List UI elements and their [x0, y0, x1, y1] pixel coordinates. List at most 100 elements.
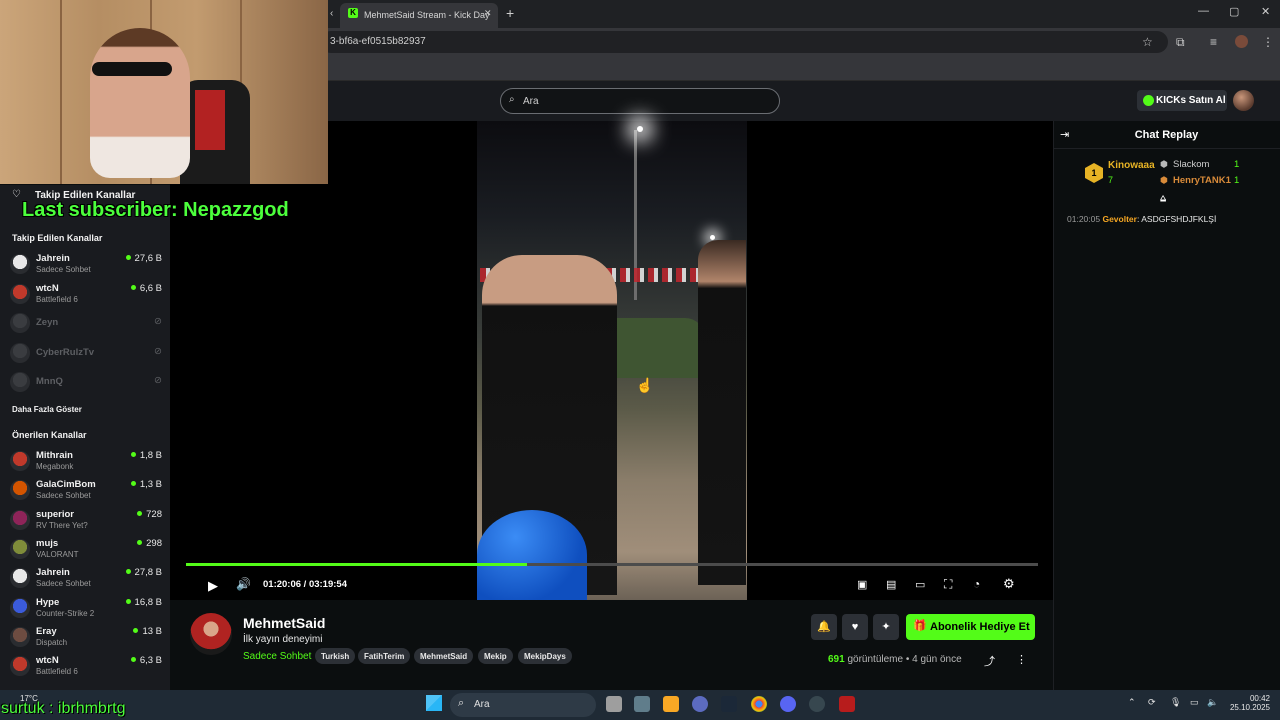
viewer-count: 16,8 B — [125, 597, 162, 608]
channel-name: superior — [36, 508, 75, 520]
live-dot-icon — [125, 255, 131, 260]
browser-menu-icon[interactable]: ⋮ — [1262, 35, 1274, 49]
media-control-icon[interactable]: ≡ — [1210, 35, 1217, 49]
viewer-count-value: 27,8 B — [134, 567, 162, 579]
sidebar-channel-item[interactable]: superior RV There Yet? 728 — [10, 508, 162, 536]
channel-name[interactable]: MehmetSaid — [243, 615, 325, 631]
chat-message: 01:20:05 Gevolter: ASDGFSHDJFKLŞİ — [1067, 214, 1217, 224]
stream-tag[interactable]: FatihTerim — [358, 648, 411, 664]
more-options-icon[interactable]: ⋮ — [1016, 653, 1027, 666]
new-tab-icon[interactable]: + — [506, 5, 514, 21]
channel-avatar — [10, 254, 30, 274]
chat-message-user[interactable]: Gevolter — [1102, 214, 1137, 224]
fullscreen-icon[interactable]: ⛶ — [944, 577, 952, 592]
volume-button[interactable]: 🔊 — [236, 577, 251, 591]
sidebar-channel-item[interactable]: Mithrain Megabonk 1,8 B — [10, 449, 162, 477]
sidebar-channel-item[interactable]: wtcN Battlefield 6 6,3 B — [10, 654, 162, 682]
stream-tag[interactable]: MekipDays — [518, 648, 572, 664]
channel-name: Eray — [36, 625, 57, 637]
user-avatar[interactable] — [1233, 90, 1254, 111]
search-input[interactable]: Ara — [500, 88, 780, 114]
profile-avatar[interactable] — [1235, 35, 1248, 48]
taskbar-search[interactable]: Ara — [450, 693, 596, 717]
captions-icon[interactable]: ▭ — [915, 578, 925, 591]
viewer-count: 6,3 B — [130, 655, 162, 666]
channel-avatar — [10, 509, 30, 530]
channel-name: MnnQ — [36, 376, 63, 387]
play-button[interactable]: ▶ — [208, 578, 218, 594]
app-icon[interactable] — [692, 696, 708, 712]
channel-name: wtcN — [36, 655, 59, 667]
share-icon[interactable]: ⤴ — [984, 653, 995, 669]
settings-gear-icon[interactable]: ⚙ — [1003, 576, 1015, 592]
sidebar-channel-item[interactable]: CyberRulzTv ⊘ — [10, 341, 162, 369]
tray-network-icon[interactable]: ▭ — [1190, 697, 1199, 708]
channel-category: Megabonk — [36, 462, 74, 471]
task-view-icon[interactable] — [606, 696, 622, 712]
taskbar-search-icon: ⌕ — [458, 697, 465, 709]
channel-avatar — [10, 342, 30, 363]
extensions-icon[interactable]: ⧉ — [1176, 35, 1185, 50]
gifter-3-name[interactable]: HenryTANK1 — [1173, 175, 1231, 186]
sidebar-channel-item[interactable]: GalaCimBom Sadece Sohbet 1,3 B — [10, 478, 162, 506]
tray-volume-icon[interactable]: 🔈 — [1207, 697, 1218, 708]
calculator-icon[interactable] — [634, 696, 650, 712]
viewer-count-value: 1,3 B — [139, 479, 162, 491]
taskbar-clock[interactable]: 00:42 25.10.2025 — [1226, 694, 1270, 712]
tray-sync-icon[interactable]: ⟳ — [1148, 697, 1156, 708]
channel-avatar — [10, 451, 30, 471]
notification-bell-button[interactable]: 🔔 — [811, 614, 837, 640]
top-gifter-name[interactable]: Kinowaaa — [1108, 160, 1155, 171]
windows-start-icon[interactable] — [426, 695, 442, 711]
maximize-button[interactable]: ▢ — [1229, 5, 1239, 18]
mini-player-icon[interactable]: ▣ — [857, 578, 867, 591]
channel-avatar — [10, 313, 30, 333]
expand-gifters-icon[interactable]: ⩠ — [1160, 193, 1166, 204]
tray-chevron-icon[interactable]: ⌃ — [1128, 697, 1136, 708]
chat-panel — [1053, 121, 1280, 690]
sidebar-channel-item[interactable]: Jahrein Sadece Sohbet 27,8 B — [10, 566, 162, 594]
sidebar-channel-item[interactable]: Zeyn ⊘ — [10, 311, 162, 339]
tab-close-icon[interactable]: ✕ — [484, 8, 492, 19]
stream-category[interactable]: Sadece Sohbet — [243, 651, 311, 662]
sidebar-channel-item[interactable]: wtcN Battlefield 6 6,6 B — [10, 282, 162, 310]
channel-category: RV There Yet? — [36, 520, 88, 530]
steam-icon[interactable] — [721, 696, 737, 712]
tray-mic-icon[interactable]: 🎙 — [1170, 697, 1181, 708]
viewer-count: 6,6 B — [130, 283, 162, 294]
viewer-count: 27,6 B — [125, 253, 162, 264]
viewer-count: 13 B — [133, 626, 162, 637]
person-right — [698, 240, 746, 585]
tab-scroll-left-icon[interactable]: ‹ — [330, 8, 333, 19]
collapse-chat-icon[interactable]: ⇥ — [1060, 128, 1069, 141]
sidebar-channel-item[interactable]: Jahrein Sadece Sohbet 27,6 B — [10, 252, 162, 280]
sparkle-button[interactable]: ✦ — [873, 614, 899, 640]
browser-tab[interactable]: MehmetSaid Stream - Kick Day — [340, 3, 498, 28]
gifter-2-name[interactable]: Slackom — [1173, 159, 1209, 170]
show-more-link[interactable]: Daha Fazla Göster — [12, 405, 82, 414]
channel-avatar[interactable] — [190, 613, 232, 655]
url-field[interactable]: 3-bf6a-ef0515b82937 — [320, 31, 1168, 53]
theater-mode-icon[interactable]: ▤ — [886, 578, 896, 591]
bookmark-star-icon[interactable]: ☆ — [1142, 35, 1153, 49]
viewer-count-value: 27,6 B — [134, 253, 162, 264]
sidebar-channel-item[interactable]: mujs VALORANT 298 — [10, 537, 162, 565]
close-window-button[interactable]: ✕ — [1261, 5, 1270, 18]
stream-tag[interactable]: MehmetSaid — [414, 648, 474, 664]
stats-separator: • — [905, 654, 910, 665]
obs-icon[interactable] — [809, 696, 825, 712]
recommended-heading: Önerilen Kanallar — [12, 430, 87, 440]
stream-tag[interactable]: Mekip — [478, 648, 513, 664]
sidebar-channel-item[interactable]: MnnQ ⊘ — [10, 370, 162, 398]
sidebar-channel-item[interactable]: Eray Dispatch 13 B — [10, 625, 162, 653]
app-red-icon[interactable] — [839, 696, 855, 712]
minimize-button[interactable]: — — [1198, 5, 1209, 17]
stream-tag[interactable]: Turkish — [315, 648, 356, 664]
follow-heart-button[interactable]: ♥ — [842, 614, 868, 640]
playback-speed-icon[interactable]: ◔ — [973, 577, 980, 591]
file-explorer-icon[interactable] — [663, 696, 679, 712]
sidebar-channel-item[interactable]: Hype Counter-Strike 2 16,8 B — [10, 596, 162, 624]
chrome-icon[interactable] — [751, 696, 767, 712]
discord-icon[interactable] — [780, 696, 796, 712]
bottom-overlay-text: surtuk : ibrhmbrtg — [1, 700, 126, 717]
